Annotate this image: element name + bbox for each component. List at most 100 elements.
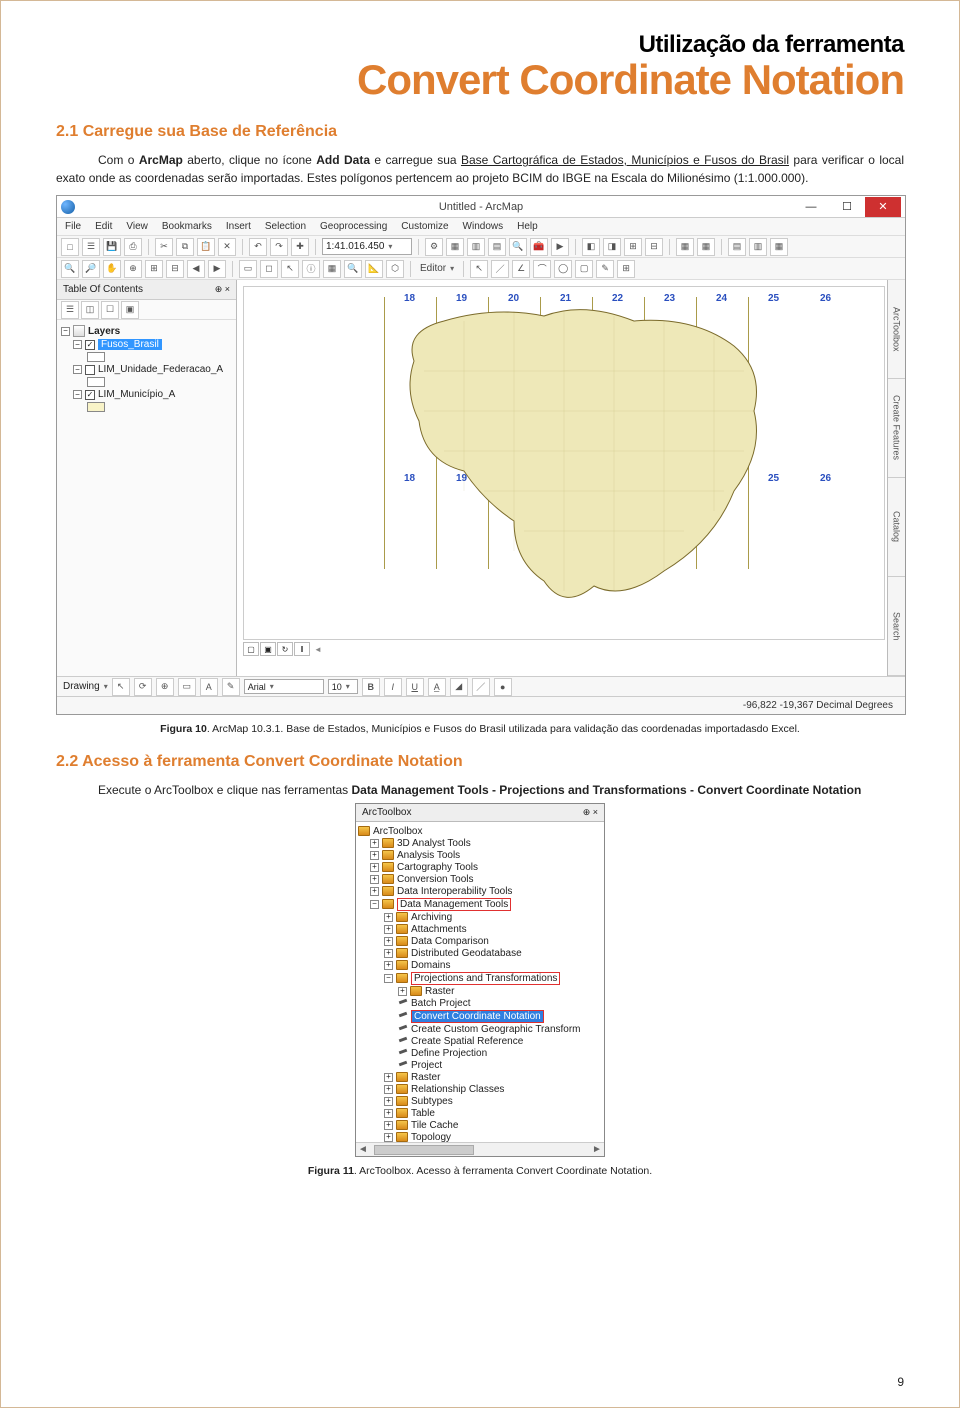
toolbox-node[interactable]: +Attachments [358,923,602,935]
close-button[interactable]: ✕ [865,197,901,217]
select-elements-icon[interactable]: ↖ [112,678,130,696]
copy-button[interactable]: ⧉ [176,238,194,256]
forward-icon[interactable]: ▶ [208,260,226,278]
maximize-button[interactable]: ☐ [829,197,865,217]
paste-button[interactable]: 📋 [197,238,215,256]
expand-icon[interactable]: + [384,1121,393,1130]
symbol-swatch[interactable] [87,377,105,387]
line-color-icon[interactable]: ／ [472,678,490,696]
edit-vertices-icon[interactable]: ✎ [222,678,240,696]
list-by-visibility-icon[interactable]: ☐ [101,301,119,319]
toc-pin-icon[interactable]: ⊕ × [215,284,230,295]
menu-help[interactable]: Help [517,221,538,232]
delete-button[interactable]: ✕ [218,238,236,256]
toolbox-node[interactable]: +Data Comparison [358,935,602,947]
tool-project[interactable]: Project [358,1059,602,1071]
underline-button[interactable]: U [406,678,424,696]
toolbox-node[interactable]: +3D Analyst Tools [358,837,602,849]
layer-uf[interactable]: − LIM_Unidade_Federacao_A [61,363,232,376]
expand-icon[interactable]: − [370,900,379,909]
menu-customize[interactable]: Customize [401,221,448,232]
toolbox-node[interactable]: +Distributed Geodatabase [358,947,602,959]
layout-view-button[interactable]: ▣ [260,642,276,656]
toolbar-icon[interactable]: ◧ [582,238,600,256]
text-tool-icon[interactable]: A [200,678,218,696]
fixed-zoom-in-icon[interactable]: ⊞ [145,260,163,278]
toolbox-node[interactable]: +Raster [358,1071,602,1083]
toolbox-node[interactable]: +Data Interoperability Tools [358,885,602,897]
search-icon[interactable]: 🔍 [509,238,527,256]
toolbox-node[interactable]: +Cartography Tools [358,861,602,873]
zoom-in-icon[interactable]: 🔍 [61,260,79,278]
toolbar-icon[interactable]: ⊞ [624,238,642,256]
open-button[interactable]: ☰ [82,238,100,256]
scroll-left-icon[interactable]: ◄ [356,1143,370,1156]
list-by-source-icon[interactable]: ◫ [81,301,99,319]
toolbar-icon[interactable]: ◨ [603,238,621,256]
toolbox-node[interactable]: +Subtypes [358,1095,602,1107]
layer-fusos-brasil[interactable]: − ✓ Fusos_Brasil [61,338,232,351]
toolbar-icon[interactable]: ▦ [676,238,694,256]
toolbox-horizontal-scrollbar[interactable]: ◄ ► [356,1142,604,1156]
toolbar-icon[interactable]: ⊟ [645,238,663,256]
expand-icon[interactable]: + [370,851,379,860]
identify-icon[interactable]: ⓘ [302,260,320,278]
pan-icon[interactable]: ✋ [103,260,121,278]
symbol-swatch[interactable] [87,402,105,412]
tool-convert-coordinate-notation[interactable]: Convert Coordinate Notation [358,1009,602,1023]
toolbox-node[interactable]: +Topology [358,1131,602,1142]
zoom-out-icon[interactable]: 🔎 [82,260,100,278]
tool-create-custom-transform[interactable]: Create Custom Geographic Transform [358,1023,602,1035]
expand-icon[interactable]: + [384,961,393,970]
editor-dropdown[interactable]: Editor [417,263,457,274]
side-tab-catalog[interactable]: Catalog [888,478,905,577]
toolbox-node[interactable]: +Conversion Tools [358,873,602,885]
visibility-checkbox[interactable]: ✓ [85,340,95,350]
expand-icon[interactable]: − [384,974,393,983]
fill-color-icon[interactable]: ◢ [450,678,468,696]
scroll-right-icon[interactable]: ► [590,1143,604,1156]
select-elements-icon[interactable]: ↖ [281,260,299,278]
marker-color-icon[interactable]: ● [494,678,512,696]
toolbox-node[interactable]: +Table [358,1107,602,1119]
toolbar-icon[interactable]: ⊞ [617,260,635,278]
back-icon[interactable]: ◀ [187,260,205,278]
expand-icon[interactable]: − [73,365,82,374]
catalog-icon[interactable]: ▤ [488,238,506,256]
full-extent-icon[interactable]: ⊕ [124,260,142,278]
toolbar-icon[interactable]: ▥ [467,238,485,256]
toolbar-icon[interactable]: ▥ [749,238,767,256]
toolbox-node[interactable]: +Domains [358,959,602,971]
expand-icon[interactable]: + [384,1109,393,1118]
expand-icon[interactable]: + [370,839,379,848]
expand-icon[interactable]: + [384,1073,393,1082]
data-view-button[interactable]: ▢ [243,642,259,656]
menu-geoprocessing[interactable]: Geoprocessing [320,221,387,232]
side-tab-arctoolbox[interactable]: ArcToolbox [888,280,905,379]
rotate-icon[interactable]: ⟳ [134,678,152,696]
list-by-drawing-icon[interactable]: ☰ [61,301,79,319]
expand-icon[interactable]: + [384,1085,393,1094]
font-color-icon[interactable]: A̲ [428,678,446,696]
font-selector[interactable]: Arial [244,679,324,694]
select-icon[interactable]: ▭ [239,260,257,278]
clear-selection-icon[interactable]: ◻ [260,260,278,278]
scale-input[interactable]: 1:41.016.450 [322,238,412,255]
toolbar-icon[interactable]: ⌒ [533,260,551,278]
fixed-zoom-out-icon[interactable]: ⊟ [166,260,184,278]
menu-view[interactable]: View [126,221,148,232]
expand-icon[interactable]: + [384,913,393,922]
refresh-button[interactable]: ↻ [277,642,293,656]
toolbox-node[interactable]: +Archiving [358,911,602,923]
menu-bookmarks[interactable]: Bookmarks [162,221,212,232]
layers-node[interactable]: − Layers [61,324,232,338]
undo-button[interactable]: ↶ [249,238,267,256]
expand-icon[interactable]: + [384,925,393,934]
toolbar-icon[interactable]: ▢ [575,260,593,278]
expand-icon[interactable]: − [73,340,82,349]
visibility-checkbox[interactable]: ✓ [85,390,95,400]
expand-icon[interactable]: + [384,949,393,958]
expand-icon[interactable]: + [370,875,379,884]
font-size-selector[interactable]: 10 [328,679,358,694]
editor-toolbar-icon[interactable]: ⚙ [425,238,443,256]
